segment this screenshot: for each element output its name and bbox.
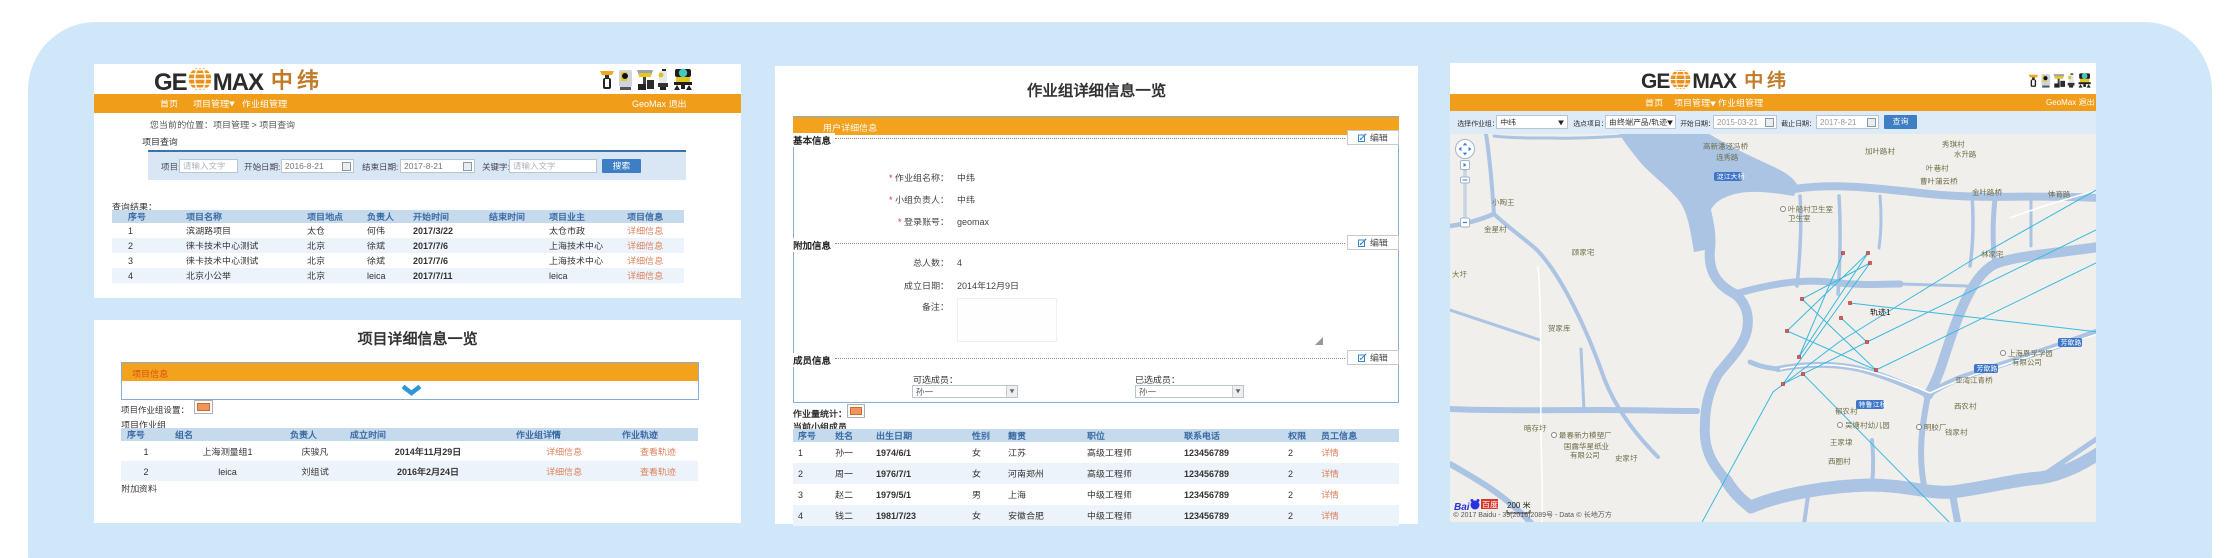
svg-text:亚湾江青桥: 亚湾江青桥 — [1955, 375, 1993, 386]
svg-text:淀江大桥: 淀江大桥 — [1717, 172, 1745, 182]
svg-text:西农村: 西农村 — [1954, 401, 1977, 412]
svg-text:郁农村: 郁农村 — [1834, 406, 1858, 417]
svg-text:小陶王: 小陶王 — [1492, 197, 1515, 208]
svg-text:芳歆路: 芳歆路 — [1976, 364, 1998, 374]
svg-text:特鲁江桥: 特鲁江桥 — [1859, 400, 1887, 410]
svg-text:曹叶蒲云桥: 曹叶蒲云桥 — [1920, 176, 1958, 187]
svg-text:吴塘村幼儿园: 吴塘村幼儿园 — [1845, 420, 1890, 431]
svg-text:大圩: 大圩 — [1452, 269, 1468, 280]
svg-text:连秀路: 连秀路 — [1716, 152, 1739, 163]
svg-text:金星村: 金星村 — [1484, 224, 1507, 235]
svg-text:百度: 百度 — [1482, 500, 1498, 511]
svg-text:卫生室: 卫生室 — [1788, 213, 1811, 224]
svg-text:芳歆路: 芳歆路 — [2060, 338, 2082, 348]
svg-text:水升路: 水升路 — [1954, 149, 1977, 160]
svg-text:高新潘泾冯桥: 高新潘泾冯桥 — [1703, 141, 1748, 152]
svg-text:暗存圩: 暗存圩 — [1524, 423, 1547, 434]
svg-text:有限公司: 有限公司 — [1570, 450, 1600, 461]
svg-text:轨迹1: 轨迹1 — [1870, 307, 1891, 318]
svg-text:体育路: 体育路 — [2048, 189, 2071, 200]
svg-text:有限公司: 有限公司 — [2012, 357, 2042, 368]
svg-text:最春新力模塑厂: 最春新力模塑厂 — [1559, 430, 1612, 441]
svg-text:西圈村: 西圈村 — [1828, 456, 1851, 467]
svg-text:史家圩: 史家圩 — [1615, 453, 1638, 464]
svg-text:王家埭: 王家埭 — [1830, 437, 1853, 448]
svg-text:钱家村: 钱家村 — [1945, 427, 1968, 438]
svg-text:林家宅: 林家宅 — [1980, 249, 2004, 260]
svg-text:顾家宅: 顾家宅 — [1571, 247, 1595, 258]
svg-text:贺家库: 贺家库 — [1548, 323, 1571, 334]
svg-text:金叶路桥: 金叶路桥 — [1972, 187, 2002, 198]
svg-text:加叶路村: 加叶路村 — [1865, 146, 1895, 157]
svg-text:叶巷村: 叶巷村 — [1926, 163, 1949, 174]
svg-text:© 2017 Baidu - 39(2016)2089号 -: © 2017 Baidu - 39(2016)2089号 - Data © 长地… — [1453, 510, 1612, 520]
svg-text:明胶厂: 明胶厂 — [1924, 422, 1947, 433]
